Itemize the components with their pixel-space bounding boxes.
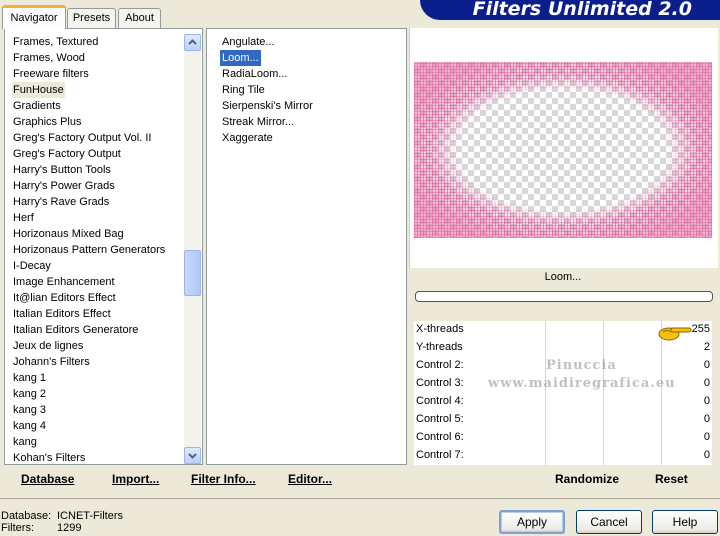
slider-track[interactable] (488, 321, 678, 339)
pointing-hand-icon (658, 327, 692, 341)
filter-item[interactable]: RadiaLoom... (220, 66, 289, 82)
app-title: Filters Unlimited 2.0 (472, 0, 692, 20)
category-item[interactable]: Frames, Wood (12, 50, 86, 66)
preview-image (414, 62, 712, 238)
category-item[interactable]: kang 1 (12, 370, 47, 386)
control-label: Y-threads (416, 341, 463, 353)
slider-track[interactable] (488, 393, 678, 411)
control-label: Control 2: (416, 359, 464, 371)
control-label: Control 7: (416, 449, 464, 461)
slider-track[interactable] (488, 429, 678, 447)
control-value: 0 (703, 377, 710, 389)
category-item[interactable]: kang 3 (12, 402, 47, 418)
filter-item[interactable]: Streak Mirror... (220, 114, 296, 130)
watermark-url: www.maidiregrafica.eu (488, 376, 676, 391)
chevron-up-icon (188, 39, 197, 45)
status-database-value: ICNET-Filters (57, 510, 123, 522)
database-button[interactable]: Database (21, 472, 74, 486)
control-slider[interactable]: Control 4: 0 (414, 393, 712, 411)
progress-bar (415, 291, 713, 302)
cancel-button[interactable]: Cancel (576, 510, 642, 534)
category-item[interactable]: Greg's Factory Output Vol. II (12, 130, 152, 146)
app-banner: Filters Unlimited 2.0 (420, 0, 720, 20)
control-slider[interactable]: Control 6: 0 (414, 429, 712, 447)
status-database-label: Database: (1, 510, 52, 522)
import-button[interactable]: Import... (112, 472, 159, 486)
category-item[interactable]: Herf (12, 210, 35, 226)
category-item[interactable]: Frames, Textured (12, 34, 99, 50)
editor-button[interactable]: Editor... (288, 472, 332, 486)
control-value: 0 (703, 395, 710, 407)
category-item[interactable]: It@lian Editors Effect (12, 290, 117, 306)
category-item[interactable]: Freeware filters (12, 66, 90, 82)
tab-presets[interactable]: Presets (67, 8, 116, 28)
category-item[interactable]: FunHouse (12, 82, 65, 98)
category-list[interactable]: Frames, Textured Frames, Wood Freeware fil… (4, 28, 203, 465)
status-filters-value: 1299 (57, 522, 82, 534)
control-value: 255 (691, 323, 710, 335)
category-item[interactable]: Horizonaus Mixed Bag (12, 226, 125, 242)
control-value: 0 (703, 449, 710, 461)
slider-track[interactable] (488, 447, 678, 465)
category-item[interactable]: kang 2 (12, 386, 47, 402)
category-scrollbar[interactable] (184, 34, 201, 464)
category-item[interactable]: Harry's Power Grads (12, 178, 116, 194)
help-button[interactable]: Help (652, 510, 718, 534)
category-item[interactable]: Jeux de lignes (12, 338, 84, 354)
scroll-thumb[interactable] (184, 250, 201, 296)
category-item[interactable]: Gradients (12, 98, 62, 114)
scroll-down-button[interactable] (184, 447, 201, 464)
control-label: Control 3: (416, 377, 464, 389)
slider-track[interactable] (488, 339, 678, 357)
category-item[interactable]: Greg's Factory Output (12, 146, 122, 162)
control-label: Control 4: (416, 395, 464, 407)
filter-item[interactable]: Angulate... (220, 34, 277, 50)
current-filter-label: Loom... (544, 271, 582, 283)
control-label: X-threads (416, 323, 464, 335)
filter-list[interactable]: Angulate... Loom... RadiaLoom... Ring Tile S… (206, 28, 407, 465)
filter-info-button[interactable]: Filter Info... (191, 472, 256, 486)
category-item[interactable]: Graphics Plus (12, 114, 82, 130)
control-slider[interactable]: Control 7: 0 (414, 447, 712, 465)
category-item[interactable]: Italian Editors Generatore (12, 322, 139, 338)
control-slider[interactable]: Control 5: 0 (414, 411, 712, 429)
category-item[interactable]: Harry's Rave Grads (12, 194, 110, 210)
watermark-name: Pinuccia (546, 358, 617, 373)
control-label: Control 6: (416, 431, 464, 443)
control-value: 0 (703, 359, 710, 371)
status-filters-label: Filters: (1, 522, 34, 534)
filter-item[interactable]: Loom... (220, 50, 261, 66)
control-slider[interactable]: Y-threads 2 (414, 339, 712, 357)
category-item[interactable]: Italian Editors Effect (12, 306, 112, 322)
control-value: 0 (703, 431, 710, 443)
category-item[interactable]: kang (12, 434, 38, 450)
control-value: 2 (703, 341, 710, 353)
chevron-down-icon (188, 453, 197, 459)
divider (0, 498, 720, 499)
randomize-button[interactable]: Randomize (555, 472, 619, 486)
filter-item[interactable]: Sierpenski's Mirror (220, 98, 315, 114)
filter-item[interactable]: Xaggerate (220, 130, 275, 146)
control-value: 0 (703, 413, 710, 425)
category-item[interactable]: Image Enhancement (12, 274, 116, 290)
category-item[interactable]: I-Decay (12, 258, 52, 274)
category-item[interactable]: Harry's Button Tools (12, 162, 112, 178)
tab-about[interactable]: About (118, 8, 161, 28)
apply-button[interactable]: Apply (499, 510, 565, 534)
category-item[interactable]: Horizonaus Pattern Generators (12, 242, 166, 258)
tab-navigator[interactable]: Navigator (2, 5, 66, 29)
control-label: Control 5: (416, 413, 464, 425)
reset-button[interactable]: Reset (655, 472, 688, 486)
category-item[interactable]: Kohan's Filters (12, 450, 86, 466)
slider-track[interactable] (488, 411, 678, 429)
scroll-up-button[interactable] (184, 34, 201, 51)
filter-item[interactable]: Ring Tile (220, 82, 267, 98)
category-item[interactable]: kang 4 (12, 418, 47, 434)
category-item[interactable]: Johann's Filters (12, 354, 91, 370)
